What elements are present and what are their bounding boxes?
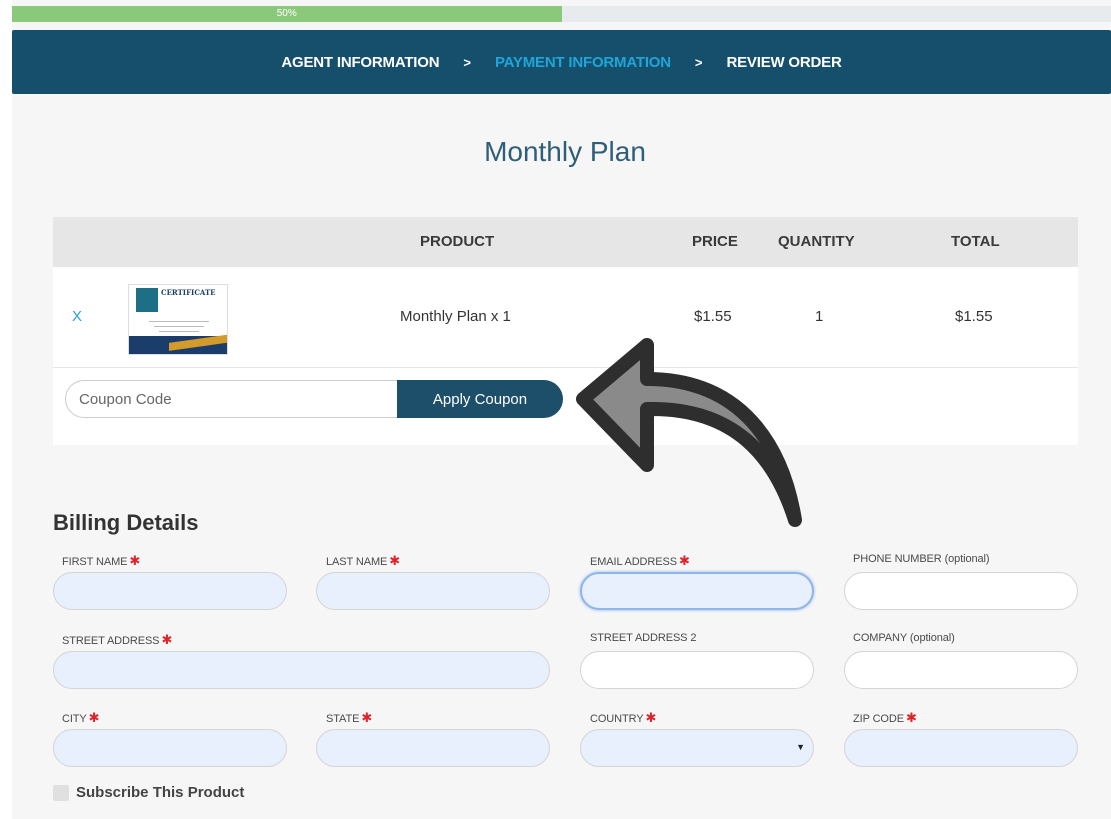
company-label: COMPANY (optional) — [853, 632, 955, 644]
col-total: TOTAL — [951, 233, 1000, 250]
billing-details-title: Billing Details — [53, 510, 199, 535]
plan-title: Monthly Plan — [484, 136, 646, 167]
street-address-label: STREET ADDRESS ✱ — [62, 632, 173, 647]
required-mark: ✱ — [678, 553, 690, 568]
phone-field[interactable] — [844, 572, 1078, 610]
country-select[interactable]: ▼ — [580, 729, 814, 767]
step-agent-information[interactable]: AGENT INFORMATION — [281, 54, 439, 71]
required-mark: ✱ — [905, 710, 917, 725]
email-field[interactable] — [580, 572, 814, 610]
certificate-title: CERTIFICATE — [161, 288, 216, 297]
country-label: COUNTRY ✱ — [590, 710, 657, 725]
last-name-field[interactable] — [316, 572, 550, 610]
state-field[interactable] — [316, 729, 550, 767]
company-field[interactable] — [844, 651, 1078, 689]
step-payment-information[interactable]: PAYMENT INFORMATION — [495, 54, 671, 71]
subscribe-option: Subscribe This Product — [53, 784, 244, 801]
required-mark: ✱ — [129, 553, 141, 568]
product-total: $1.55 — [955, 308, 993, 325]
col-quantity: QUANTITY — [778, 233, 855, 250]
product-quantity: 1 — [815, 308, 824, 325]
product-thumbnail[interactable]: CERTIFICATE — [128, 284, 228, 355]
remove-item-button[interactable]: X — [72, 308, 82, 325]
table-row: X CERTIFICATE Monthly Plan x 1 $1.55 1 $… — [53, 267, 1078, 368]
step-separator: > — [463, 54, 471, 70]
city-label: CITY ✱ — [62, 710, 100, 725]
apply-coupon-button[interactable]: Apply Coupon — [397, 380, 563, 418]
certificate-line — [159, 331, 199, 332]
phone-label: PHONE NUMBER (optional) — [853, 553, 990, 565]
state-label: STATE ✱ — [326, 710, 373, 725]
checkout-steps: AGENT INFORMATION > PAYMENT INFORMATION … — [12, 30, 1111, 94]
required-mark: ✱ — [645, 710, 657, 725]
street-address-2-field[interactable] — [580, 651, 814, 689]
certificate-logo — [136, 288, 158, 312]
email-label: EMAIL ADDRESS ✱ — [590, 553, 690, 568]
required-mark: ✱ — [88, 710, 100, 725]
col-product: PRODUCT — [420, 233, 495, 250]
left-edge — [0, 0, 12, 819]
curved-arrow-annotation — [576, 338, 802, 527]
product-price: $1.55 — [694, 308, 732, 325]
subscribe-checkbox[interactable] — [53, 784, 69, 801]
street-address-2-label: STREET ADDRESS 2 — [590, 632, 697, 644]
subscribe-label[interactable]: Subscribe This Product — [76, 784, 244, 801]
first-name-label: FIRST NAME ✱ — [62, 553, 141, 568]
zip-code-field[interactable] — [844, 729, 1078, 767]
dropdown-caret-icon: ▼ — [796, 742, 805, 752]
coupon-code-input[interactable] — [65, 380, 425, 418]
last-name-label: LAST NAME ✱ — [326, 553, 401, 568]
required-mark: ✱ — [361, 710, 373, 725]
required-mark: ✱ — [161, 632, 173, 647]
certificate-line — [149, 321, 209, 322]
street-address-field[interactable] — [53, 651, 550, 689]
city-field[interactable] — [53, 729, 287, 767]
certificate-line — [154, 326, 204, 327]
product-name: Monthly Plan x 1 — [400, 308, 511, 325]
cart-table: PRODUCT PRICE QUANTITY TOTAL X CERTIFICA… — [53, 217, 1078, 445]
required-mark: ✱ — [389, 553, 401, 568]
step-separator: > — [694, 54, 703, 70]
first-name-field[interactable] — [53, 572, 287, 610]
col-price: PRICE — [692, 233, 738, 250]
progress-fill: 50% — [12, 6, 562, 22]
zip-code-label: ZIP CODE ✱ — [853, 710, 917, 725]
step-review-order[interactable]: REVIEW ORDER — [726, 54, 841, 71]
cart-header: PRODUCT PRICE QUANTITY TOTAL — [53, 217, 1078, 267]
progress-bar: 50% — [12, 6, 1111, 22]
